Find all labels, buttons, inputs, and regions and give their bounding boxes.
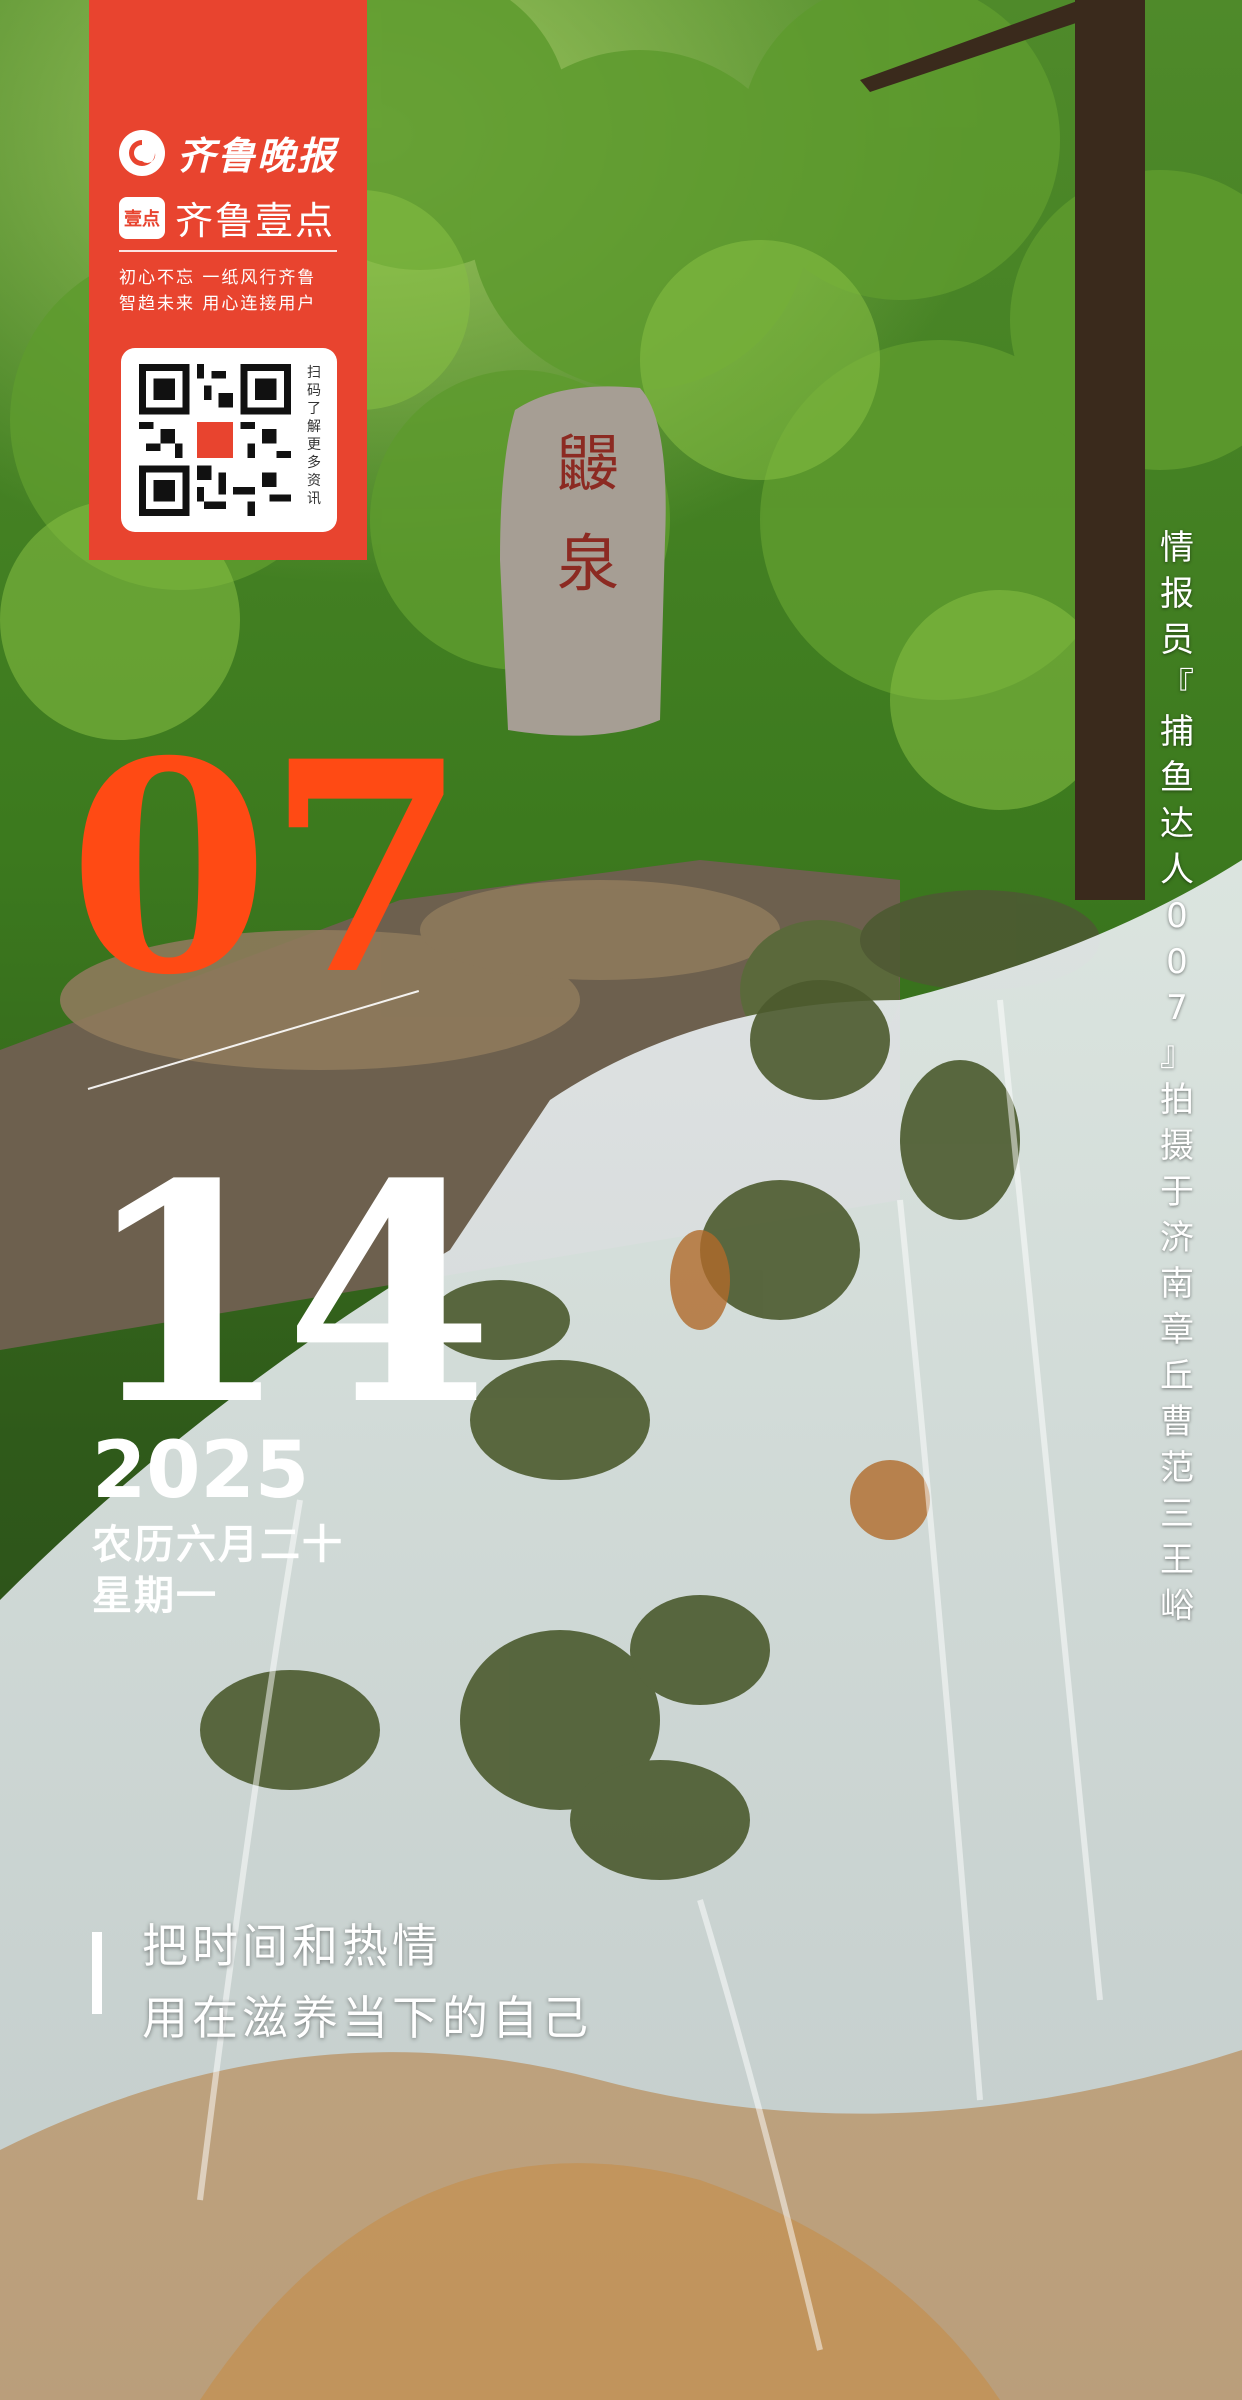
slogan-line-2: 智趋未来 用心连接用户 bbox=[119, 294, 317, 314]
app-name: 齐鲁壹点 bbox=[175, 199, 336, 243]
brand-divider bbox=[119, 250, 337, 252]
stone-inscription-top: 鼹 bbox=[557, 427, 619, 500]
newspaper-name: 齐鲁晚报 bbox=[177, 133, 338, 178]
quote-bar bbox=[92, 1932, 102, 2014]
day-number: 14 bbox=[82, 1118, 493, 1471]
slogan-line-1: 初心不忘 一纸风行齐鲁 bbox=[119, 268, 317, 288]
app-logo-row: 壹点 齐鲁壹点 bbox=[119, 190, 335, 245]
newspaper-logo-row: 齐鲁晚报 bbox=[119, 125, 337, 180]
stone-inscription-bottom: 泉 bbox=[557, 527, 619, 600]
month-number: 07 bbox=[68, 699, 468, 1039]
qr-hint: 扫码了解更多资讯 bbox=[307, 365, 321, 507]
quote-line-1: 把时间和热情 bbox=[142, 1919, 442, 1973]
app-badge-icon: 壹点 bbox=[119, 196, 165, 239]
weekday: 星期一 bbox=[92, 1573, 218, 1619]
qr-code[interactable] bbox=[139, 364, 291, 516]
photo-caption: 情报员『捕鱼达人 0 0 7』拍摄于济南章丘曹范三王峪 bbox=[1160, 528, 1194, 1626]
swirl-logo-icon bbox=[119, 129, 165, 176]
quote-line-2: 用在滋养当下的自己 bbox=[142, 1991, 592, 2045]
lunar-date: 农历六月二十 bbox=[92, 1522, 344, 1568]
qr-card[interactable]: 扫码了解更多资讯 bbox=[121, 348, 337, 532]
year: 2025 bbox=[92, 1426, 310, 1516]
brand-panel: 齐鲁晚报 壹点 齐鲁壹点 初心不忘 一纸风行齐鲁 智趋未来 用心连接用户 扫码了… bbox=[89, 0, 367, 560]
